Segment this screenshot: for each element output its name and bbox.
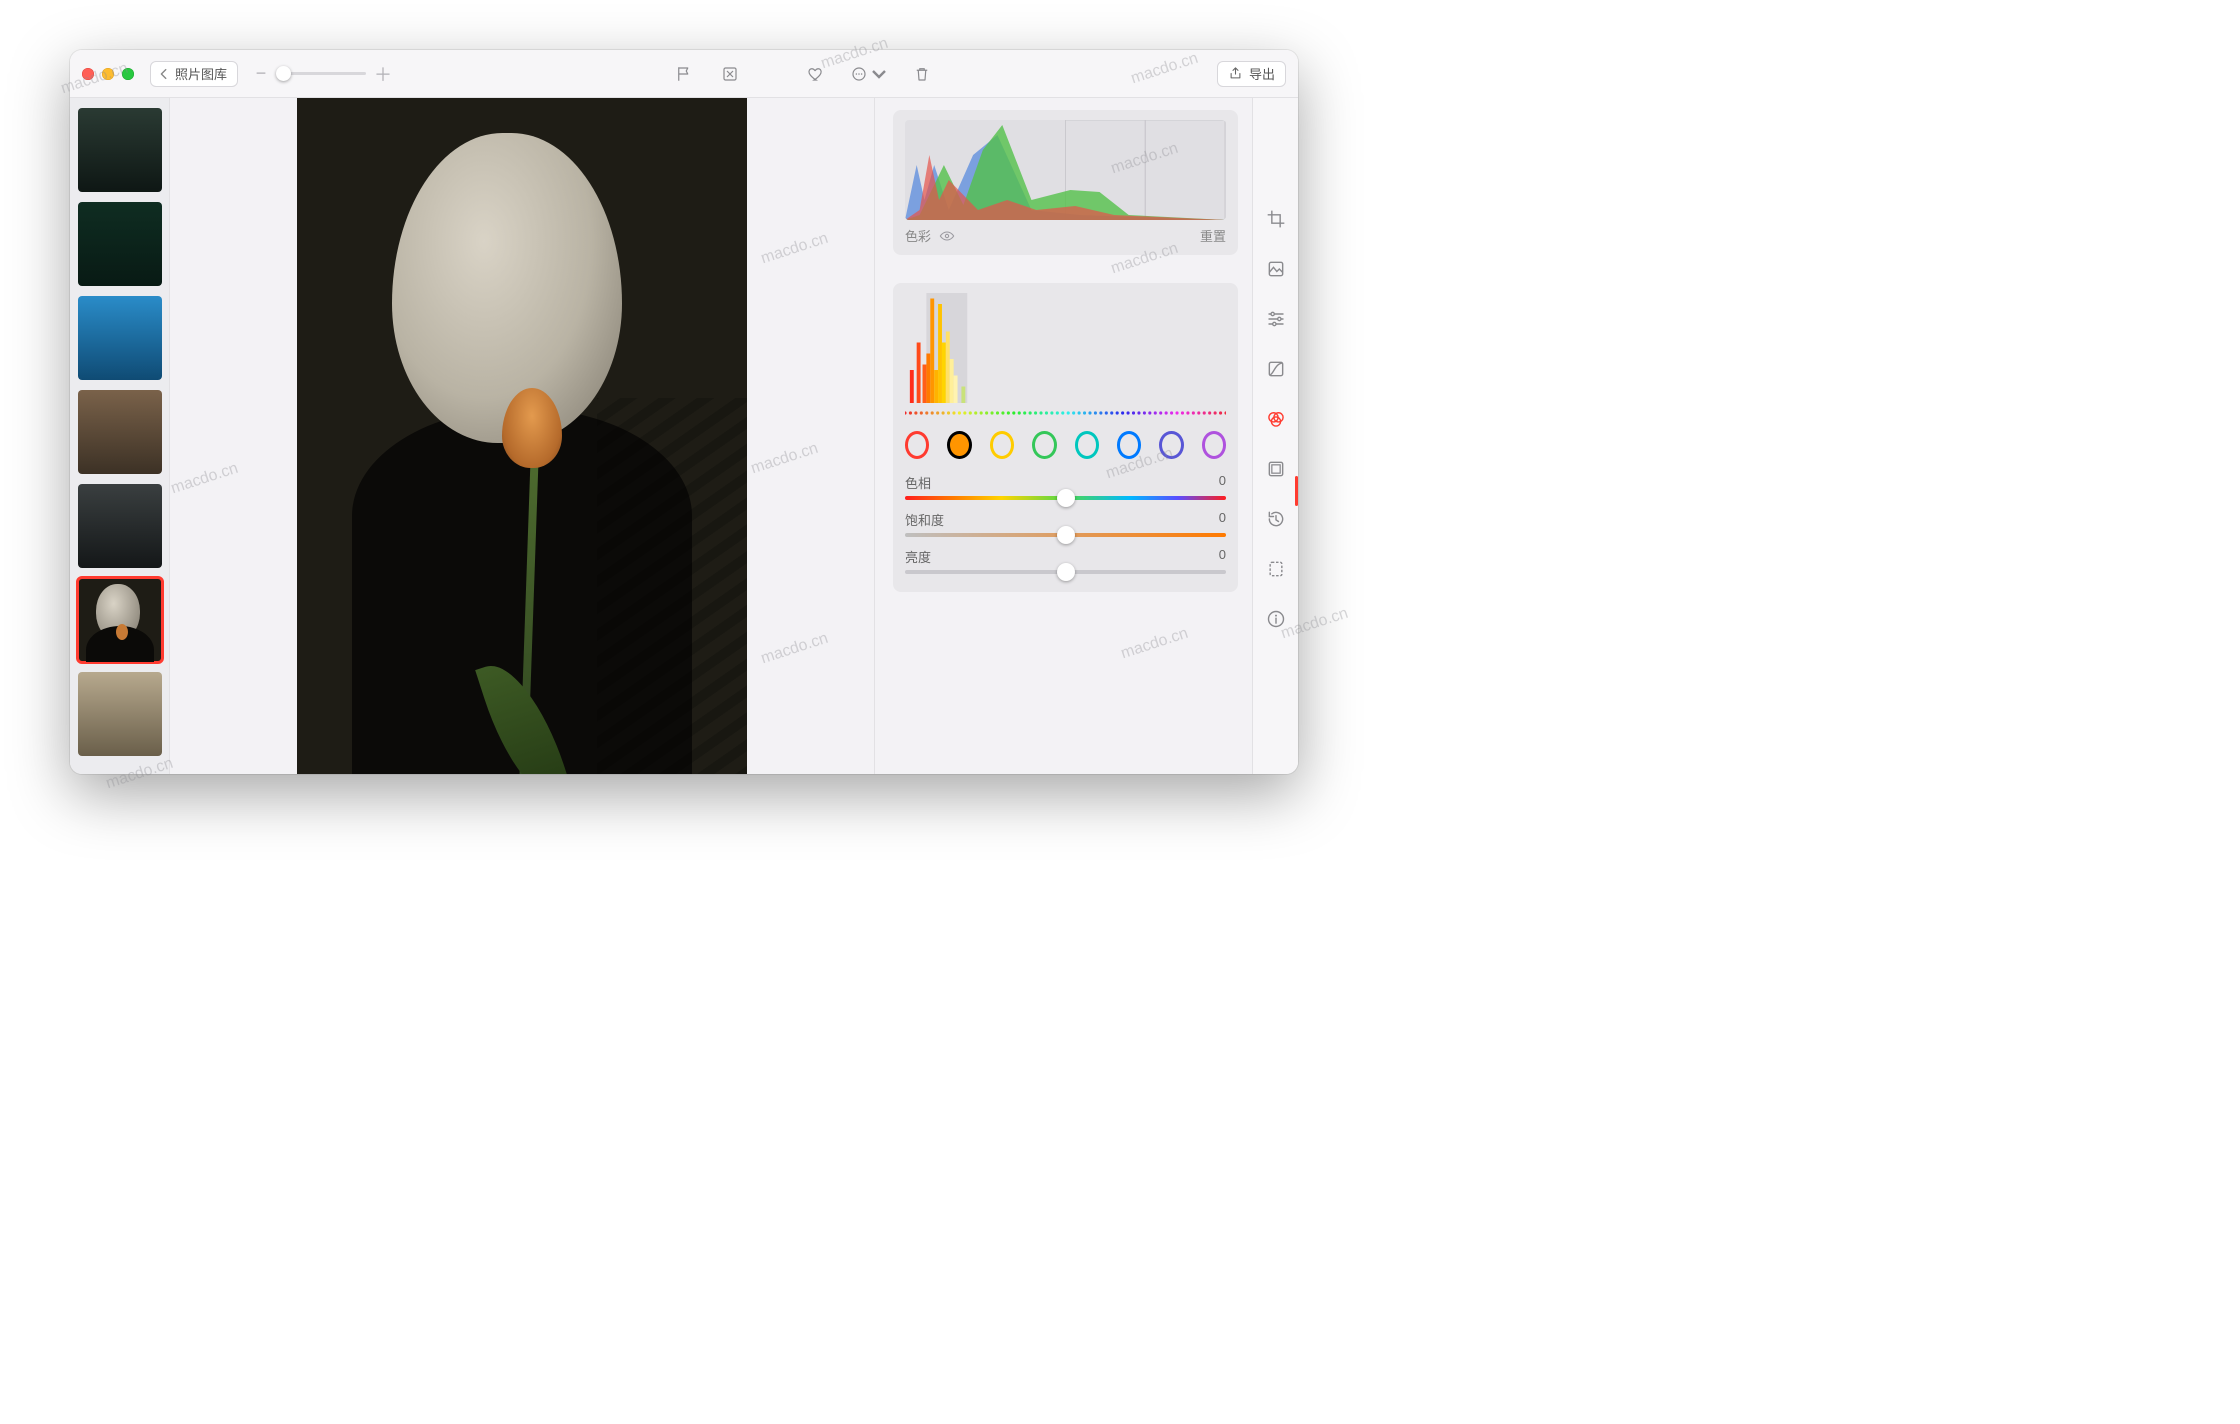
chevron-left-icon bbox=[157, 67, 171, 81]
rgb-histogram bbox=[905, 120, 1226, 220]
zoom-control: − ＋ bbox=[254, 61, 388, 87]
slider-label: 亮度 bbox=[905, 547, 931, 566]
hue-slider[interactable]: 色相 0 bbox=[905, 473, 1226, 500]
hue-histogram bbox=[905, 293, 1226, 403]
export-button[interactable]: 导出 bbox=[1217, 61, 1286, 87]
chevron-down-icon bbox=[870, 65, 888, 83]
color-swatch[interactable] bbox=[1075, 431, 1099, 459]
color-swatch[interactable] bbox=[905, 431, 929, 459]
color-swatch[interactable] bbox=[1117, 431, 1141, 459]
hue-scale-icon bbox=[905, 410, 1226, 416]
active-tool-indicator bbox=[1295, 476, 1298, 506]
favorite-button[interactable] bbox=[803, 61, 829, 87]
slider-label: 色相 bbox=[905, 473, 931, 492]
thumbnail[interactable] bbox=[78, 202, 162, 286]
thumbnail-strip bbox=[70, 98, 170, 774]
photo-preview[interactable] bbox=[297, 98, 747, 774]
thumbnail[interactable] bbox=[78, 484, 162, 568]
edit-panel: 色彩 重置 bbox=[874, 98, 1252, 774]
zoom-in-button[interactable]: ＋ bbox=[374, 61, 388, 87]
share-icon bbox=[1228, 66, 1243, 81]
reject-button[interactable] bbox=[717, 61, 743, 87]
color-tool[interactable] bbox=[1265, 408, 1287, 430]
flag-button[interactable] bbox=[671, 61, 697, 87]
info-tool[interactable] bbox=[1265, 608, 1287, 630]
color-swatch[interactable] bbox=[947, 431, 971, 459]
histogram-card: 色彩 重置 bbox=[893, 110, 1238, 255]
fullscreen-window-button[interactable] bbox=[122, 68, 134, 80]
thumbnail[interactable] bbox=[78, 672, 162, 756]
saturation-slider[interactable]: 饱和度 0 bbox=[905, 510, 1226, 537]
tool-rail bbox=[1252, 98, 1298, 774]
delete-button[interactable] bbox=[909, 61, 935, 87]
app-window: 照片图库 − ＋ bbox=[70, 50, 1298, 774]
canvas bbox=[170, 98, 874, 774]
curves-tool[interactable] bbox=[1265, 358, 1287, 380]
more-menu-button[interactable] bbox=[849, 61, 889, 87]
slider-thumb[interactable] bbox=[1057, 563, 1075, 581]
thumbnail[interactable] bbox=[78, 108, 162, 192]
color-swatch[interactable] bbox=[1032, 431, 1056, 459]
vignette-tool[interactable] bbox=[1265, 458, 1287, 480]
visibility-icon[interactable] bbox=[939, 228, 955, 244]
slider-value: 0 bbox=[1219, 473, 1226, 492]
color-swatch[interactable] bbox=[1159, 431, 1183, 459]
window-controls bbox=[82, 68, 134, 80]
histogram-reset-button[interactable]: 重置 bbox=[1200, 226, 1226, 245]
zoom-slider[interactable] bbox=[276, 72, 366, 75]
filters-tool[interactable] bbox=[1265, 258, 1287, 280]
slider-thumb[interactable] bbox=[1057, 489, 1075, 507]
adjust-tool[interactable] bbox=[1265, 308, 1287, 330]
zoom-thumb[interactable] bbox=[276, 66, 291, 81]
brightness-slider[interactable]: 亮度 0 bbox=[905, 547, 1226, 574]
slider-value: 0 bbox=[1219, 547, 1226, 566]
crop-tool[interactable] bbox=[1265, 208, 1287, 230]
zoom-out-button[interactable]: − bbox=[254, 63, 268, 84]
thumbnail[interactable] bbox=[78, 390, 162, 474]
thumbnail[interactable] bbox=[78, 296, 162, 380]
color-adjust-card: 色相 0 饱和度 0 亮度 0 bbox=[893, 283, 1238, 592]
minimize-window-button[interactable] bbox=[102, 68, 114, 80]
thumbnail-selected[interactable] bbox=[78, 578, 162, 662]
color-swatch[interactable] bbox=[990, 431, 1014, 459]
slider-label: 饱和度 bbox=[905, 510, 944, 529]
toolbar: 照片图库 − ＋ bbox=[70, 50, 1298, 98]
toolbar-center bbox=[671, 61, 935, 87]
back-to-library-button[interactable]: 照片图库 bbox=[150, 61, 238, 87]
color-swatch[interactable] bbox=[1202, 431, 1226, 459]
body: 色彩 重置 bbox=[70, 98, 1298, 774]
export-tool[interactable] bbox=[1265, 558, 1287, 580]
slider-value: 0 bbox=[1219, 510, 1226, 529]
history-tool[interactable] bbox=[1265, 508, 1287, 530]
slider-thumb[interactable] bbox=[1057, 526, 1075, 544]
export-label: 导出 bbox=[1249, 64, 1275, 83]
histogram-label: 色彩 bbox=[905, 226, 931, 245]
color-swatch-row bbox=[905, 431, 1226, 459]
close-window-button[interactable] bbox=[82, 68, 94, 80]
back-label: 照片图库 bbox=[175, 64, 227, 83]
